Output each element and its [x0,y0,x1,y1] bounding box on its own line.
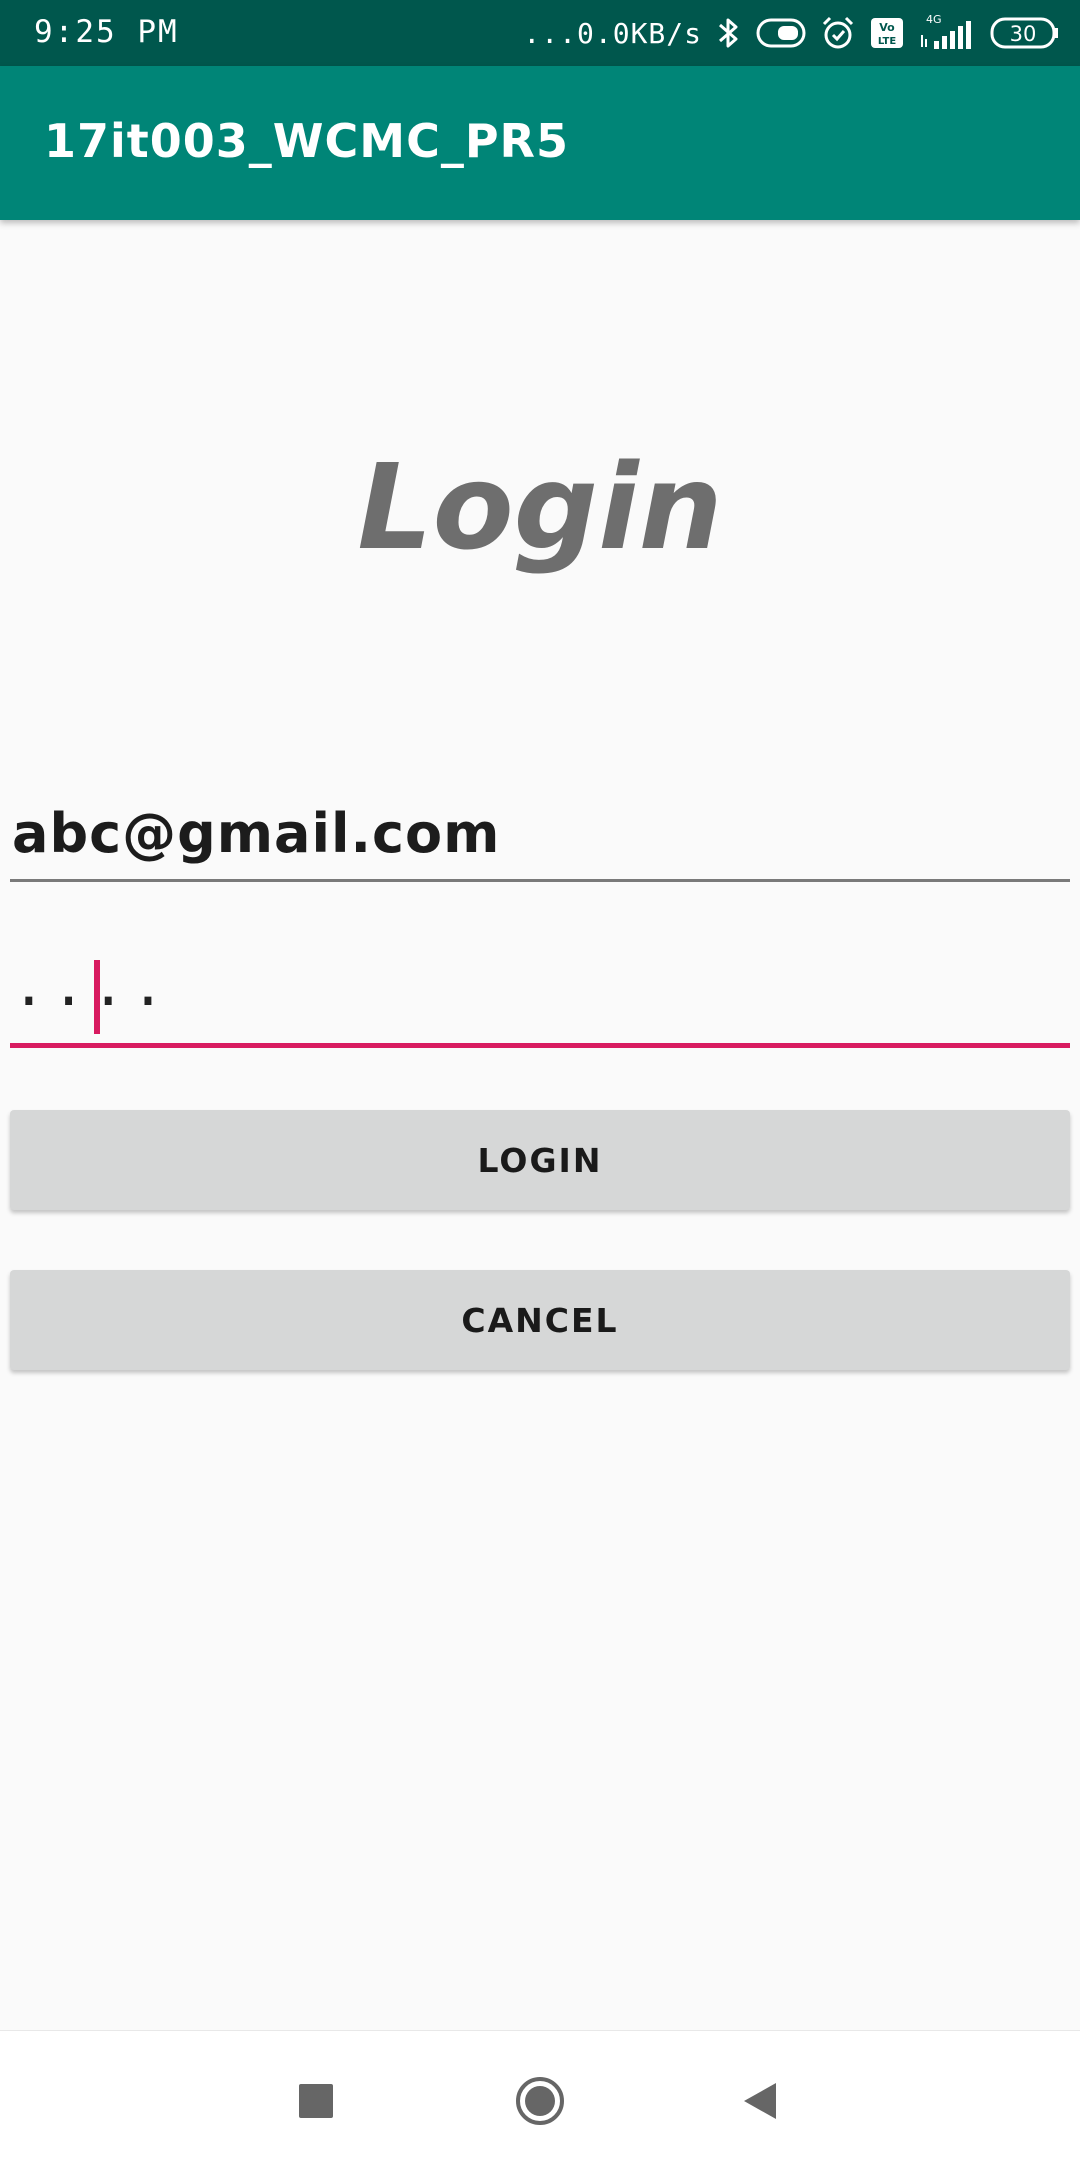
password-underline [10,1043,1070,1048]
app-title: 17it003_WCMC_PR5 [44,114,569,168]
alarm-icon [820,15,856,51]
recent-apps-icon[interactable] [286,2071,346,2131]
screen: 9:25 PM ...0.0KB/s Vo LTE 4G 30 17it003_… [0,0,1080,2160]
text-cursor [94,960,100,1034]
network-type-label: 4G [926,13,942,26]
bluetooth-icon [716,15,742,51]
password-value: .... [12,954,171,1019]
email-field[interactable]: abc@gmail.com [10,792,1070,882]
network-speed: ...0.0KB/s [523,16,702,50]
signal-icon: 4G [918,13,976,53]
password-field[interactable]: .... [10,948,1070,1048]
app-bar: 17it003_WCMC_PR5 [0,66,1080,220]
navigation-bar [0,2030,1080,2160]
battery-level: 30 [1010,22,1037,46]
status-time: 9:25 PM [34,14,179,50]
battery-icon: 30 [990,16,1060,50]
home-icon[interactable] [510,2071,570,2131]
status-bar: 9:25 PM ...0.0KB/s Vo LTE 4G 30 [0,0,1080,66]
cancel-button[interactable]: CANCEL [10,1270,1070,1370]
volte-label-top: Vo [879,21,895,34]
email-value: abc@gmail.com [12,802,501,865]
volte-icon: Vo LTE [870,17,904,49]
status-icons: ...0.0KB/s Vo LTE 4G 30 [523,10,1060,56]
volte-label-bottom: LTE [878,36,897,47]
login-heading: Login [357,438,723,576]
email-underline [10,879,1070,882]
login-button[interactable]: LOGIN [10,1110,1070,1210]
toggle-icon [756,17,806,49]
back-icon[interactable] [730,2071,790,2131]
